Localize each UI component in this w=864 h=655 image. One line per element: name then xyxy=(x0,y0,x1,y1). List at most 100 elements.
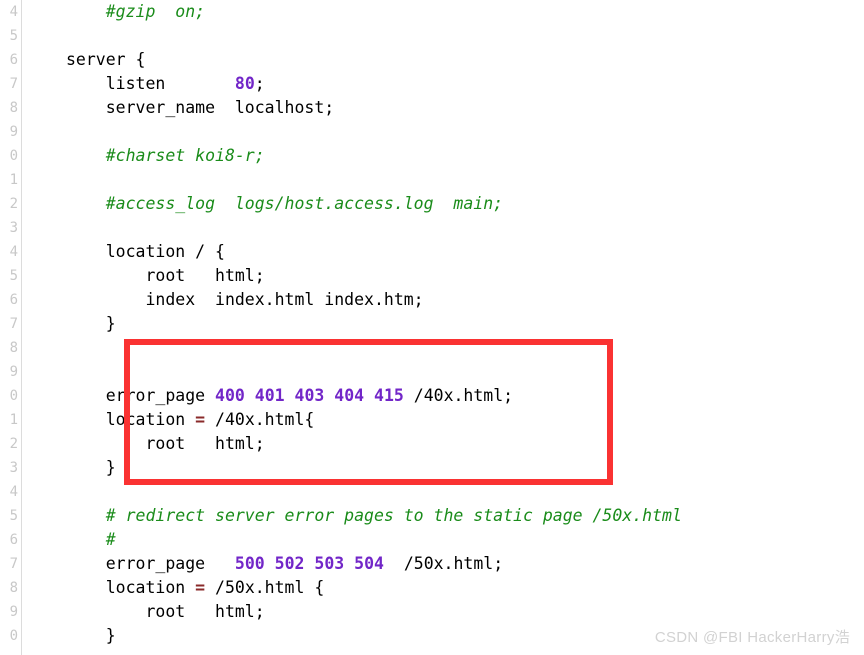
line-number: 5 xyxy=(9,28,18,44)
code-line: #access_log logs/host.access.log main; xyxy=(66,192,864,216)
code-token-plain: /40x.html{ xyxy=(205,410,315,429)
line-number: 3 xyxy=(9,460,18,476)
line-number: 2 xyxy=(9,196,18,212)
code-token-plain: root html; xyxy=(66,602,265,621)
code-line: listen 80; xyxy=(66,72,864,96)
code-token-comment: #gzip on; xyxy=(105,2,206,21)
code-token-plain: root html; xyxy=(66,434,265,453)
line-number: 8 xyxy=(9,580,18,596)
code-line: location = /40x.html{ xyxy=(66,408,864,432)
line-number: 7 xyxy=(9,316,18,332)
code-token-plain: index index.html index.htm; xyxy=(66,290,424,309)
line-number: 0 xyxy=(9,388,18,404)
code-line: server { xyxy=(66,48,864,72)
code-token-op: = xyxy=(195,578,206,597)
csdn-watermark: CSDN @FBI HackerHarry浩 xyxy=(654,629,850,646)
line-number: 6 xyxy=(9,292,18,308)
code-token-plain: error_page xyxy=(66,386,216,405)
code-token-plain: error_page xyxy=(66,554,235,573)
code-token-plain: location xyxy=(66,578,196,597)
code-token-num: 404 xyxy=(334,386,365,405)
line-number: 2 xyxy=(9,436,18,452)
code-token-num: 502 xyxy=(274,554,305,573)
line-number: 5 xyxy=(9,268,18,284)
line-number: 0 xyxy=(9,628,18,644)
code-token-num: 80 xyxy=(234,74,255,93)
code-token-num: 401 xyxy=(254,386,285,405)
code-token-num: 400 xyxy=(215,386,245,405)
line-number: 4 xyxy=(9,244,18,260)
code-token-plain: } xyxy=(66,314,116,333)
line-number-gutter: 4 5 6 7 8 9 0 1 2 3 4 5 6 7 8 9 0 1 2 3 4 5 6 7 8 9 0 xyxy=(0,0,22,655)
code-line: location / { xyxy=(66,240,864,264)
line-number: 6 xyxy=(9,532,18,548)
code-token-num: 415 xyxy=(374,386,404,405)
code-token-plain: } xyxy=(66,458,116,477)
code-line: location = /50x.html { xyxy=(66,576,864,600)
code-token-plain: location / { xyxy=(66,242,225,261)
line-number: 6 xyxy=(9,52,18,68)
code-token-plain: root html; xyxy=(66,266,265,285)
code-line: } xyxy=(66,312,864,336)
code-line: root html; xyxy=(66,432,864,456)
code-token-num: 403 xyxy=(294,386,325,405)
line-number: 1 xyxy=(9,412,18,428)
line-number: 4 xyxy=(9,4,18,20)
line-number: 3 xyxy=(9,220,18,236)
code-token-plain: location xyxy=(66,410,196,429)
code-content-area[interactable]: #gzip on; server { listen 80; server_nam… xyxy=(22,0,864,655)
line-number: 5 xyxy=(9,508,18,524)
code-token-plain: listen xyxy=(66,74,235,93)
code-token-plain: server_name localhost; xyxy=(66,98,335,117)
code-token-plain: /40x.html; xyxy=(403,386,514,405)
code-line: #gzip on; xyxy=(66,0,864,24)
code-token-plain: } xyxy=(66,626,116,645)
code-line: root html; xyxy=(66,264,864,288)
code-line: root html; xyxy=(66,600,864,624)
line-number: 7 xyxy=(9,556,18,572)
code-token-op: = xyxy=(195,410,206,429)
code-line: server_name localhost; xyxy=(66,96,864,120)
code-line: } xyxy=(66,456,864,480)
line-number: 8 xyxy=(9,100,18,116)
code-line: #charset koi8-r; xyxy=(66,144,864,168)
code-token-comment: #access_log logs/host.access.log main; xyxy=(66,194,504,213)
line-number: 0 xyxy=(9,148,18,164)
code-token-plain: server { xyxy=(66,50,146,69)
code-line: error_page 400 401 403 404 415 /40x.html… xyxy=(66,384,864,408)
code-token-comment: #charset koi8-r; xyxy=(66,146,265,165)
code-token-plain: /50x.html { xyxy=(205,578,325,597)
code-line: # xyxy=(66,528,864,552)
code-token-comment: # redirect server error pages to the sta… xyxy=(66,506,682,525)
line-number: 7 xyxy=(9,76,18,92)
code-line: index index.html index.htm; xyxy=(66,288,864,312)
line-number: 9 xyxy=(9,124,18,140)
line-number: 9 xyxy=(9,604,18,620)
code-line: # redirect server error pages to the sta… xyxy=(66,504,864,528)
code-line: error_page 500 502 503 504 /50x.html; xyxy=(66,552,864,576)
code-token-num: 500 xyxy=(234,554,265,573)
code-token-comment: # xyxy=(66,530,116,549)
line-number: 1 xyxy=(9,172,18,188)
code-editor: 4 5 6 7 8 9 0 1 2 3 4 5 6 7 8 9 0 1 2 3 4 5 6 7 8 9 0 #gzip on; se… xyxy=(0,0,864,655)
code-token-plain: ; xyxy=(254,74,265,93)
line-number: 8 xyxy=(9,340,18,356)
line-number: 4 xyxy=(9,484,18,500)
code-token-num: 503 xyxy=(314,554,345,573)
line-number: 9 xyxy=(9,364,18,380)
code-token-plain: /50x.html; xyxy=(383,554,504,573)
